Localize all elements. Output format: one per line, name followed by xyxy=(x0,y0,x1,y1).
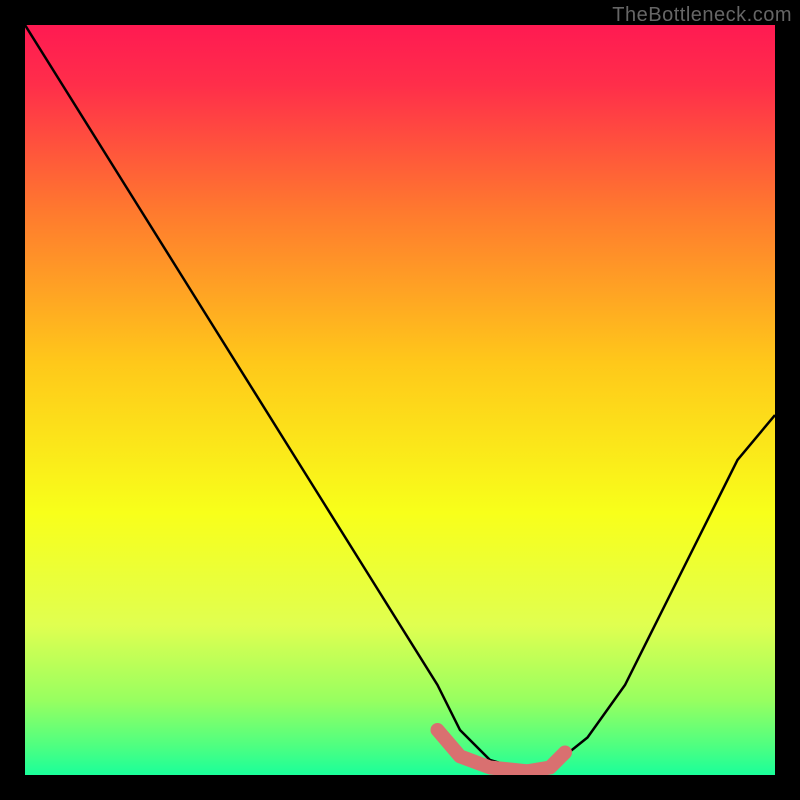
chart-container: TheBottleneck.com xyxy=(0,0,800,800)
gradient-background xyxy=(25,25,775,775)
watermark-label: TheBottleneck.com xyxy=(612,4,792,27)
chart-svg xyxy=(25,25,775,775)
chart-plot-area xyxy=(25,25,775,775)
